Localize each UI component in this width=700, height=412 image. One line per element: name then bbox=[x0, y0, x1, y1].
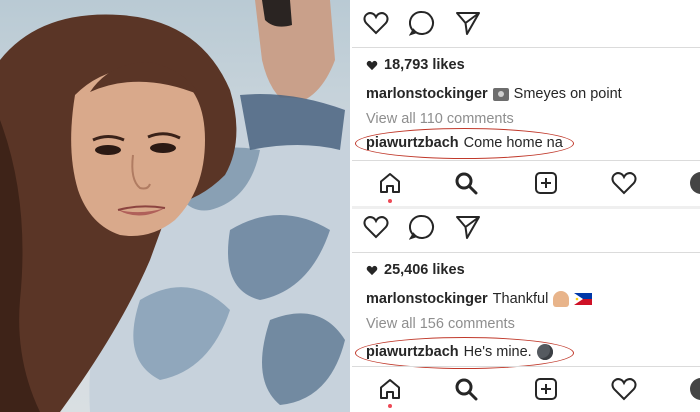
likes-count[interactable]: 25,406 likes bbox=[366, 262, 465, 278]
bottom-nav-bar bbox=[352, 160, 700, 206]
send-icon[interactable] bbox=[454, 9, 482, 37]
comment-text: He's mine. bbox=[463, 344, 532, 360]
caption-username[interactable]: marlonstockinger bbox=[366, 86, 488, 102]
comment: piawurtzbach He's mine. bbox=[366, 344, 553, 360]
likes-text: 18,793 likes bbox=[384, 57, 465, 73]
post-actions bbox=[362, 213, 482, 241]
view-all-comments-link[interactable]: View all 110 comments bbox=[366, 111, 514, 127]
camera-with-flash-emoji bbox=[492, 87, 509, 101]
comment-icon[interactable] bbox=[408, 213, 436, 241]
comment-text: Come home na bbox=[463, 135, 563, 151]
profile-avatar[interactable] bbox=[690, 378, 700, 400]
heart-icon bbox=[366, 60, 378, 70]
add-post-icon[interactable] bbox=[532, 169, 560, 197]
activity-heart-icon[interactable] bbox=[610, 169, 638, 197]
comment-username[interactable]: piawurtzbach bbox=[366, 135, 459, 151]
divider bbox=[352, 47, 700, 48]
likes-count[interactable]: 18,793 likes bbox=[366, 57, 465, 73]
new-moon-face-emoji bbox=[536, 344, 553, 360]
caption: marlonstockinger Smeyes on point bbox=[366, 86, 622, 102]
caption-username[interactable]: marlonstockinger bbox=[366, 291, 488, 307]
instagram-feed: 18,793 likes marlonstockinger Smeyes on … bbox=[352, 0, 700, 412]
philippines-flag-emoji bbox=[574, 293, 593, 305]
send-icon[interactable] bbox=[454, 213, 482, 241]
activity-heart-icon[interactable] bbox=[610, 375, 638, 403]
comment: piawurtzbach Come home na bbox=[366, 135, 563, 151]
heart-icon[interactable] bbox=[362, 213, 390, 241]
home-icon[interactable] bbox=[376, 375, 404, 403]
couple-photo bbox=[0, 0, 350, 412]
caption-text: Thankful bbox=[492, 291, 549, 307]
search-icon[interactable] bbox=[452, 169, 480, 197]
caption: marlonstockinger Thankful bbox=[366, 291, 593, 307]
caption-text: Smeyes on point bbox=[513, 86, 622, 102]
comment-username[interactable]: piawurtzbach bbox=[366, 344, 459, 360]
view-all-comments-link[interactable]: View all 156 comments bbox=[366, 316, 515, 332]
search-icon[interactable] bbox=[452, 375, 480, 403]
post-actions bbox=[362, 9, 482, 37]
likes-text: 25,406 likes bbox=[384, 262, 465, 278]
post-separator bbox=[352, 206, 700, 209]
heart-icon bbox=[366, 265, 378, 275]
notification-dot bbox=[388, 404, 392, 408]
folded-hands-emoji bbox=[553, 291, 570, 307]
couple-photo-illustration bbox=[0, 0, 350, 412]
home-icon[interactable] bbox=[376, 169, 404, 197]
profile-avatar[interactable] bbox=[690, 172, 700, 194]
divider bbox=[352, 252, 700, 253]
bottom-nav-bar bbox=[352, 366, 700, 412]
notification-dot bbox=[388, 199, 392, 203]
heart-icon[interactable] bbox=[362, 9, 390, 37]
add-post-icon[interactable] bbox=[532, 375, 560, 403]
comment-icon[interactable] bbox=[408, 9, 436, 37]
